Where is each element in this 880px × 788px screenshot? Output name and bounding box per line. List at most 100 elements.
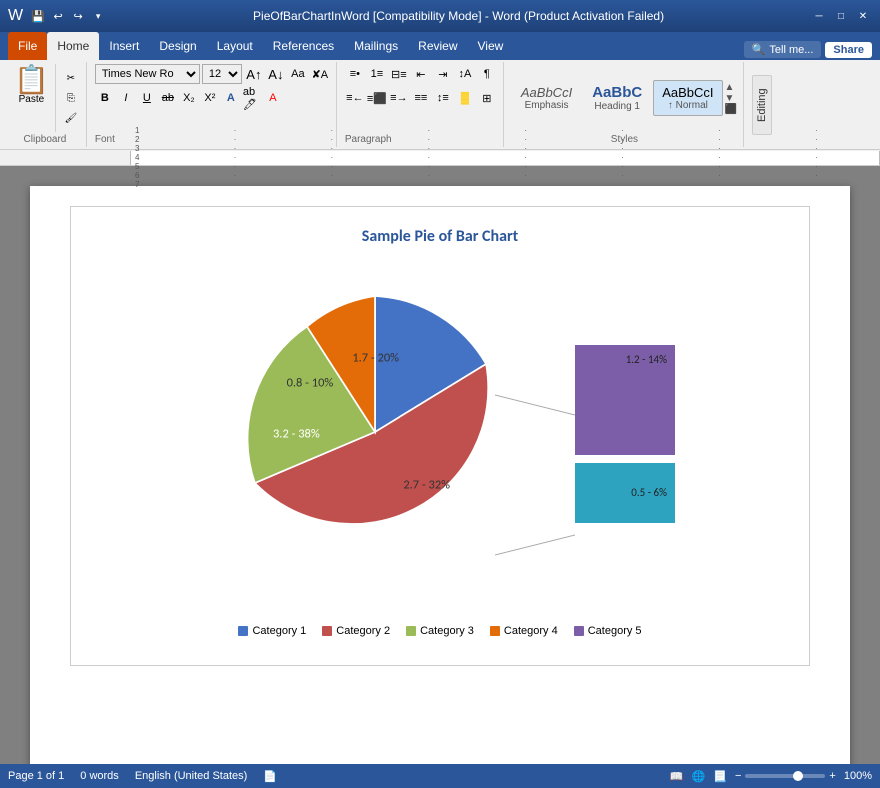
- svg-text:0.8 - 10%: 0.8 - 10%: [287, 376, 334, 391]
- quick-access-toolbar: 💾 ↩ ↪ ▾: [29, 7, 107, 25]
- clipboard-small-buttons: ✂ ⎘ 🖌: [60, 64, 82, 132]
- multilevel-list-button[interactable]: ⊟≡: [389, 64, 409, 84]
- superscript-button[interactable]: X²: [200, 88, 220, 108]
- tab-file[interactable]: File: [8, 32, 47, 60]
- view-web-icon[interactable]: 🌐: [692, 770, 706, 783]
- clear-formatting-button[interactable]: ✘A: [310, 64, 330, 84]
- change-case-button[interactable]: Aa: [288, 64, 308, 84]
- font-label: Font: [95, 132, 115, 145]
- legend-cat1: Category 1: [238, 625, 306, 637]
- styles-scroll-up[interactable]: ▲: [725, 82, 737, 93]
- tab-view[interactable]: View: [468, 32, 514, 60]
- close-button[interactable]: ✕: [854, 7, 872, 25]
- align-center-button[interactable]: ≡⬛: [367, 88, 387, 108]
- maximize-button[interactable]: □: [832, 7, 850, 25]
- bullets-button[interactable]: ≡•: [345, 64, 365, 84]
- window-title: PieOfBarChartInWord [Compatibility Mode]…: [107, 9, 810, 23]
- tab-review[interactable]: Review: [408, 32, 467, 60]
- tab-home[interactable]: Home: [47, 32, 99, 60]
- minimize-button[interactable]: ─: [810, 7, 828, 25]
- chart-container[interactable]: Sample Pie of Bar Chart: [70, 206, 810, 666]
- ruler-inner: 1 · · · · · · · 2 · · · · · · · 3 · · · …: [130, 151, 880, 165]
- legend-label-cat5: Category 5: [588, 625, 642, 637]
- more-icon[interactable]: ▾: [89, 7, 107, 25]
- font-color-button[interactable]: A: [263, 88, 283, 108]
- justify-button[interactable]: ≡≡: [411, 88, 431, 108]
- borders-button[interactable]: ⊞: [477, 88, 497, 108]
- decrease-font-button[interactable]: A↓: [266, 64, 286, 84]
- subscript-button[interactable]: X₂: [179, 88, 199, 108]
- tab-insert[interactable]: Insert: [99, 32, 149, 60]
- zoom-slider[interactable]: [745, 774, 825, 778]
- tab-mailings[interactable]: Mailings: [344, 32, 408, 60]
- undo-icon[interactable]: ↩: [49, 7, 67, 25]
- italic-button[interactable]: I: [116, 88, 136, 108]
- numbering-button[interactable]: 1≡: [367, 64, 387, 84]
- view-print-icon[interactable]: 📖: [670, 770, 684, 783]
- show-formatting-button[interactable]: ¶: [477, 64, 497, 84]
- svg-text:2.7 - 32%: 2.7 - 32%: [403, 478, 450, 493]
- line-spacing-button[interactable]: ↕≡: [433, 88, 453, 108]
- share-button[interactable]: Share: [825, 42, 872, 58]
- chart-title: Sample Pie of Bar Chart: [362, 227, 518, 246]
- para-row1: ≡• 1≡ ⊟≡ ⇤ ⇥ ↕A ¶: [345, 64, 497, 84]
- save-icon[interactable]: 💾: [29, 7, 47, 25]
- language: English (United States): [135, 770, 248, 782]
- font-size-select[interactable]: 12: [202, 64, 242, 84]
- font-name-row: Times New Ro 12 A↑ A↓ Aa ✘A: [95, 64, 330, 84]
- legend-dot-cat3: [406, 626, 416, 636]
- connector-svg: [495, 365, 575, 585]
- redo-icon[interactable]: ↪: [69, 7, 87, 25]
- style-emphasis[interactable]: AaBbCcI Emphasis: [512, 80, 581, 116]
- align-left-button[interactable]: ≡←: [345, 88, 365, 108]
- document-icon[interactable]: 📄: [263, 770, 277, 783]
- text-effects-button[interactable]: A: [221, 88, 241, 108]
- style-heading1[interactable]: AaBbC Heading 1: [583, 79, 651, 117]
- clipboard-group: 📋 Paste ✂ ⎘ 🖌 Clipboard: [4, 62, 87, 147]
- legend-cat4: Category 4: [490, 625, 558, 637]
- tab-references[interactable]: References: [263, 32, 344, 60]
- text-highlight-button[interactable]: ab🖊: [242, 88, 262, 108]
- styles-scroll-buttons: ▲ ▼ ⬛: [725, 82, 737, 115]
- paste-icon: 📋: [14, 66, 49, 94]
- strikethrough-button[interactable]: ab: [158, 88, 178, 108]
- increase-indent-button[interactable]: ⇥: [433, 64, 453, 84]
- copy-button[interactable]: ⎘: [60, 89, 82, 107]
- cut-button[interactable]: ✂: [60, 69, 82, 87]
- ribbon-tabs: File Home Insert Design Layout Reference…: [0, 32, 880, 60]
- view-read-icon[interactable]: 📃: [713, 770, 727, 783]
- shading-button[interactable]: ▓: [455, 88, 475, 108]
- tab-design[interactable]: Design: [149, 32, 206, 60]
- sort-button[interactable]: ↕A: [455, 64, 475, 84]
- decrease-indent-button[interactable]: ⇤: [411, 64, 431, 84]
- styles-scroll-down[interactable]: ▼: [725, 93, 737, 104]
- paste-button[interactable]: 📋 Paste: [8, 64, 56, 132]
- style-normal[interactable]: AaBbCcI ↑ Normal: [653, 80, 722, 116]
- legend-label-cat2: Category 2: [336, 625, 390, 637]
- bar-purple-label: 1.2 - 14%: [626, 353, 667, 366]
- document-area: Sample Pie of Bar Chart: [0, 166, 880, 764]
- increase-font-button[interactable]: A↑: [244, 64, 264, 84]
- tab-layout[interactable]: Layout: [207, 32, 263, 60]
- legend-dot-cat1: [238, 626, 248, 636]
- underline-button[interactable]: U: [137, 88, 157, 108]
- zoom-in-button[interactable]: +: [829, 770, 835, 782]
- legend-label-cat4: Category 4: [504, 625, 558, 637]
- zoom-out-button[interactable]: −: [735, 770, 741, 782]
- tell-me-button[interactable]: 🔍 Tell me...: [744, 41, 822, 58]
- format-painter-button[interactable]: 🖌: [60, 109, 82, 127]
- tell-me-label: Tell me...: [769, 44, 813, 56]
- para-row2: ≡← ≡⬛ ≡→ ≡≡ ↕≡ ▓ ⊞: [345, 88, 497, 108]
- zoom-level: 100%: [844, 770, 872, 782]
- window-controls: ─ □ ✕: [810, 7, 872, 25]
- bar-item-teal: 0.5 - 6%: [575, 463, 675, 523]
- status-bar: Page 1 of 1 0 words English (United Stat…: [0, 764, 880, 788]
- bold-button[interactable]: B: [95, 88, 115, 108]
- align-right-button[interactable]: ≡→: [389, 88, 409, 108]
- pie-chart-wrapper: 2.7 - 32% 3.2 - 38% 0.8 - 10% 1.7 - 20%: [205, 262, 545, 605]
- font-name-select[interactable]: Times New Ro: [95, 64, 200, 84]
- font-format-row: B I U ab X₂ X² A ab🖊 A: [95, 88, 283, 108]
- styles-expand[interactable]: ⬛: [725, 104, 737, 115]
- pie-chart-svg: 2.7 - 32% 3.2 - 38% 0.8 - 10% 1.7 - 20%: [205, 262, 545, 602]
- bar-teal-label: 0.5 - 6%: [631, 486, 667, 499]
